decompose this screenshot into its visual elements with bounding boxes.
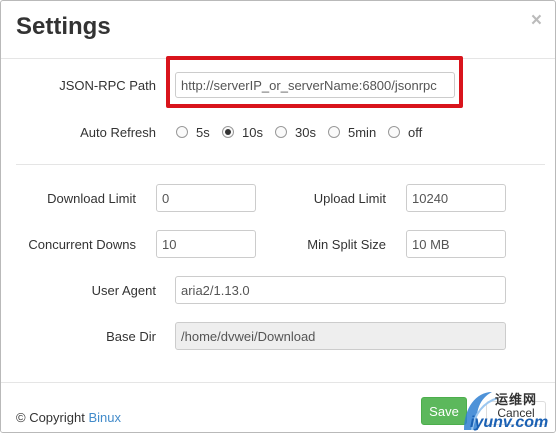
- radio-30s[interactable]: 30s: [275, 124, 316, 140]
- radio-off[interactable]: off: [388, 124, 423, 140]
- radio-button-icon: [176, 126, 188, 138]
- close-icon[interactable]: ×: [531, 10, 542, 32]
- radio-5s[interactable]: 5s: [176, 124, 210, 140]
- dialog-title: Settings: [16, 13, 111, 40]
- user-agent-input[interactable]: [175, 276, 506, 304]
- watermark-text-cn: 运维网: [495, 392, 538, 407]
- copyright-text: © Copyright: [16, 410, 85, 425]
- min-split-size-label: Min Split Size: [307, 237, 386, 252]
- radio-button-selected-icon: [222, 126, 234, 138]
- min-split-size-input[interactable]: [406, 230, 506, 258]
- section-divider: [16, 164, 545, 165]
- radio-button-icon: [328, 126, 340, 138]
- settings-dialog: Settings × JSON-RPC Path Auto Refresh 5s…: [0, 0, 556, 433]
- upload-limit-input[interactable]: [406, 184, 506, 212]
- base-dir-label: Base Dir: [106, 329, 156, 344]
- dialog-header: Settings ×: [1, 1, 555, 59]
- upload-limit-label: Upload Limit: [313, 191, 386, 206]
- download-limit-input[interactable]: [156, 184, 256, 212]
- radio-button-icon: [388, 126, 400, 138]
- copyright: © Copyright Binux: [16, 410, 121, 425]
- auto-refresh-label: Auto Refresh: [80, 125, 156, 140]
- radio-10s[interactable]: 10s: [222, 124, 263, 140]
- watermark-text-en: iyunv.com: [470, 414, 549, 431]
- radio-label: 5min: [348, 124, 377, 140]
- download-limit-label: Download Limit: [47, 191, 136, 206]
- concurrent-downs-label: Concurrent Downs: [28, 237, 136, 252]
- binux-link[interactable]: Binux: [88, 410, 121, 425]
- base-dir-input: [175, 322, 506, 350]
- concurrent-downs-input[interactable]: [156, 230, 256, 258]
- radio-label: 30s: [295, 124, 316, 140]
- radio-label: off: [408, 124, 423, 140]
- radio-5min[interactable]: 5min: [328, 124, 377, 140]
- highlight-box: [166, 56, 463, 108]
- radio-label: 5s: [196, 124, 210, 140]
- radio-button-icon: [275, 126, 287, 138]
- user-agent-label: User Agent: [91, 283, 156, 298]
- rpc-path-label: JSON-RPC Path: [59, 78, 156, 93]
- radio-label: 10s: [242, 124, 263, 140]
